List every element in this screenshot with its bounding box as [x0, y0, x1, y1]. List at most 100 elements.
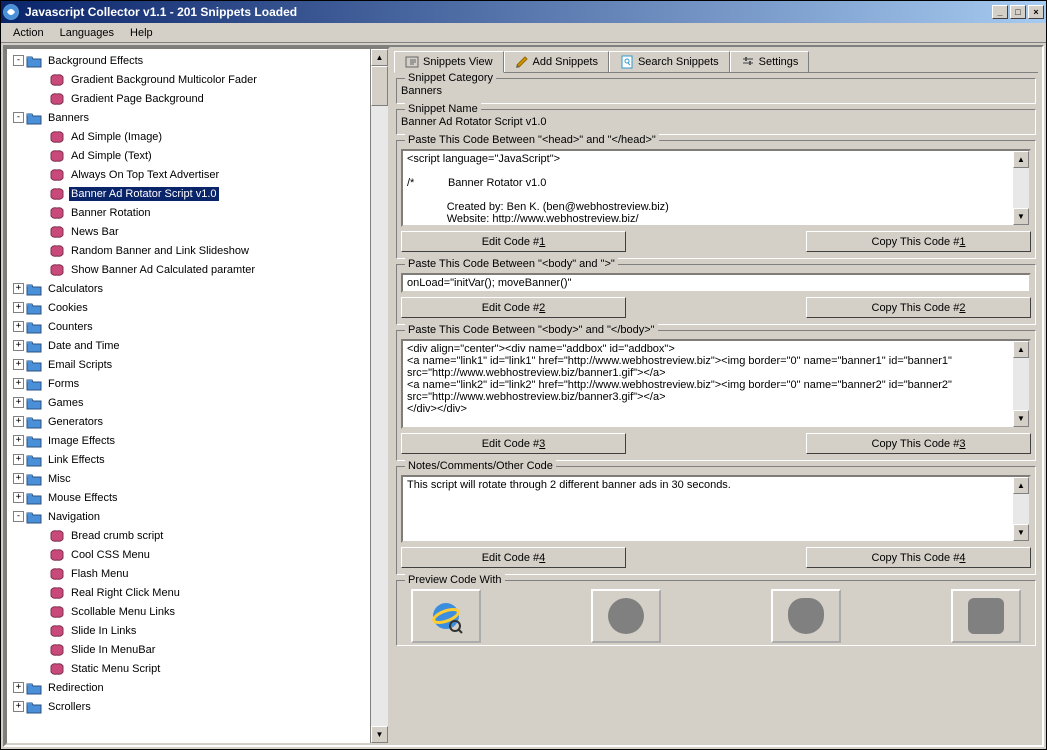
tree-folder[interactable]: +Generators: [9, 412, 370, 431]
tab-settings[interactable]: Settings: [730, 51, 810, 72]
expand-icon[interactable]: +: [13, 473, 24, 484]
tree-folder[interactable]: +Counters: [9, 317, 370, 336]
tree-folder[interactable]: + Email Scripts: [9, 355, 370, 374]
tab-add-snippets[interactable]: Add Snippets: [504, 51, 609, 72]
tree-scrollbar[interactable]: ▲ ▼: [370, 49, 388, 743]
tree-item[interactable]: News Bar: [9, 222, 370, 241]
copy-code-3-button[interactable]: Copy This Code #3: [806, 433, 1031, 454]
tree-item[interactable]: Always On Top Text Advertiser: [9, 165, 370, 184]
collapse-icon[interactable]: -: [13, 55, 24, 66]
tree-item[interactable]: Slide In Links: [9, 621, 370, 640]
preview-browser-2-button[interactable]: [591, 589, 661, 643]
tree-folder[interactable]: + Redirection: [9, 678, 370, 697]
scroll-down-icon[interactable]: ▼: [371, 726, 388, 743]
scroll-thumb[interactable]: [371, 66, 388, 106]
code1-scrollbar[interactable]: ▲▼: [1013, 151, 1029, 225]
tree-item[interactable]: Slide In MenuBar: [9, 640, 370, 659]
menu-help[interactable]: Help: [122, 25, 161, 41]
expand-icon[interactable]: +: [13, 454, 24, 465]
copy-code-2-button[interactable]: Copy This Code #2: [806, 297, 1031, 318]
tree-folder[interactable]: +Scrollers: [9, 697, 370, 716]
tree-folder[interactable]: +Image Effects: [9, 431, 370, 450]
folder-icon: [26, 415, 42, 429]
tab-snippets-view[interactable]: Snippets View: [394, 51, 504, 73]
tree-item[interactable]: Real Right Click Menu: [9, 583, 370, 602]
edit-code-1-button[interactable]: Edit Code #1: [401, 231, 626, 252]
menu-languages[interactable]: Languages: [52, 25, 122, 41]
tree-folder[interactable]: +Mouse Effects: [9, 488, 370, 507]
tree-item[interactable]: Static Menu Script: [9, 659, 370, 678]
expand-icon[interactable]: +: [13, 492, 24, 503]
tree-folder-label: Email Scripts: [46, 358, 114, 372]
copy-code-1-button[interactable]: Copy This Code #1: [806, 231, 1031, 252]
tree-folder[interactable]: -Banners: [9, 108, 370, 127]
tree-folder[interactable]: -Background Effects: [9, 51, 370, 70]
notes-textbox[interactable]: This script will rotate through 2 differ…: [401, 475, 1031, 543]
folder-icon: [26, 301, 42, 315]
tree-item[interactable]: Gradient Background Multicolor Fader: [9, 70, 370, 89]
copy-code-4-button[interactable]: Copy This Code #4: [806, 547, 1031, 568]
preview-browser-3-button[interactable]: [771, 589, 841, 643]
expand-icon[interactable]: +: [13, 302, 24, 313]
tab-search-snippets[interactable]: Search Snippets: [609, 51, 730, 72]
minimize-button[interactable]: _: [992, 5, 1008, 19]
tree-folder[interactable]: -Navigation: [9, 507, 370, 526]
expand-icon[interactable]: +: [13, 682, 24, 693]
code2-textbox[interactable]: onLoad="initVar(); moveBanner()": [401, 273, 1031, 293]
tree-item[interactable]: Cool CSS Menu: [9, 545, 370, 564]
tree-item-label: Banner Rotation: [69, 206, 153, 220]
tree-item-label: Random Banner and Link Slideshow: [69, 244, 251, 258]
snippet-tree[interactable]: -Background EffectsGradient Background M…: [7, 49, 370, 743]
tree-folder[interactable]: + Calculators: [9, 279, 370, 298]
expand-icon[interactable]: +: [13, 359, 24, 370]
code3-textbox[interactable]: <div align="center"><div name="addbox" i…: [401, 339, 1031, 429]
search-icon: [620, 55, 634, 69]
tree-folder[interactable]: +Games: [9, 393, 370, 412]
tree-folder[interactable]: +Date and Time: [9, 336, 370, 355]
edit-code-4-button[interactable]: Edit Code #4: [401, 547, 626, 568]
tree-item[interactable]: Gradient Page Background: [9, 89, 370, 108]
snippet-icon: [49, 130, 65, 144]
edit-code-2-button[interactable]: Edit Code #2: [401, 297, 626, 318]
tree-folder[interactable]: +Misc: [9, 469, 370, 488]
tree-folder-label: Calculators: [46, 282, 105, 296]
expand-icon[interactable]: +: [13, 435, 24, 446]
expand-icon[interactable]: +: [13, 416, 24, 427]
expand-icon[interactable]: +: [13, 397, 24, 408]
folder-icon: [26, 339, 42, 353]
tree-folder[interactable]: +Forms: [9, 374, 370, 393]
collapse-icon[interactable]: -: [13, 112, 24, 123]
expand-icon[interactable]: +: [13, 283, 24, 294]
scroll-track[interactable]: [371, 106, 388, 726]
tree-folder-label: Redirection: [46, 681, 106, 695]
close-button[interactable]: ×: [1028, 5, 1044, 19]
code1-textbox[interactable]: <script language="JavaScript"> /* Banner…: [401, 149, 1031, 227]
maximize-button[interactable]: □: [1010, 5, 1026, 19]
tree-folder[interactable]: +Link Effects: [9, 450, 370, 469]
tree-item[interactable]: Ad Simple (Text): [9, 146, 370, 165]
tree-item[interactable]: Banner Rotation: [9, 203, 370, 222]
expand-icon[interactable]: +: [13, 378, 24, 389]
tree-item[interactable]: Scollable Menu Links: [9, 602, 370, 621]
expand-icon[interactable]: +: [13, 701, 24, 712]
edit-code-3-button[interactable]: Edit Code #3: [401, 433, 626, 454]
tree-folder[interactable]: +Cookies: [9, 298, 370, 317]
tree-item-label: Banner Ad Rotator Script v1.0: [69, 187, 219, 201]
tree-item[interactable]: Bread crumb script: [9, 526, 370, 545]
preview-browser-4-button[interactable]: [951, 589, 1021, 643]
snippet-category-group: Snippet Category Banners: [396, 78, 1036, 104]
preview-ie-button[interactable]: [411, 589, 481, 643]
tree-item[interactable]: Show Banner Ad Calculated paramter: [9, 260, 370, 279]
tree-item[interactable]: Random Banner and Link Slideshow: [9, 241, 370, 260]
tree-item[interactable]: Ad Simple (Image): [9, 127, 370, 146]
code3-scrollbar[interactable]: ▲▼: [1013, 341, 1029, 427]
menu-action[interactable]: Action: [5, 25, 52, 41]
expand-icon[interactable]: +: [13, 321, 24, 332]
notes-scrollbar[interactable]: ▲▼: [1013, 477, 1029, 541]
collapse-icon[interactable]: -: [13, 511, 24, 522]
expand-icon[interactable]: +: [13, 340, 24, 351]
tree-item[interactable]: Flash Menu: [9, 564, 370, 583]
snippet-icon: [49, 529, 65, 543]
scroll-up-icon[interactable]: ▲: [371, 49, 388, 66]
tree-item[interactable]: Banner Ad Rotator Script v1.0: [9, 184, 370, 203]
